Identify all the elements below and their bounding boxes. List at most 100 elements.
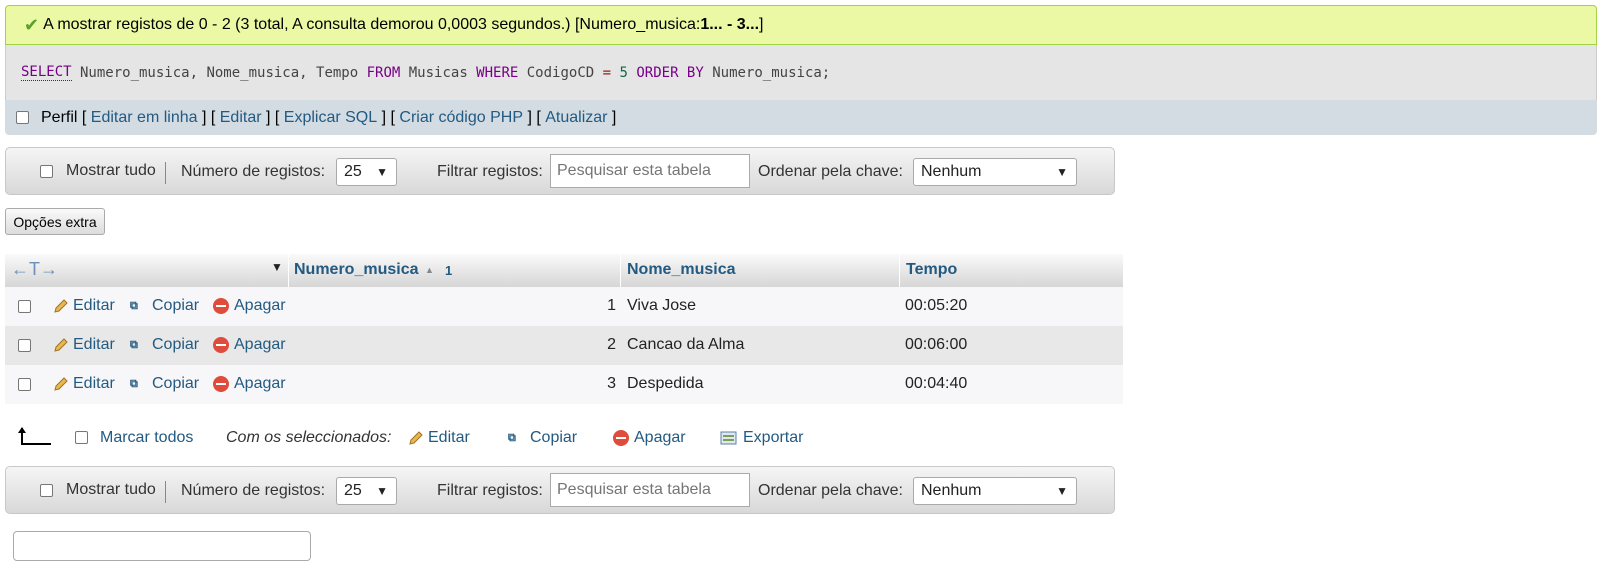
row-checkbox[interactable] <box>18 378 31 391</box>
sql-fields: Numero_musica, Nome_musica, Tempo <box>71 64 367 81</box>
bulk-actions: Marcar todos Com os seleccionados: Edita… <box>5 420 1123 456</box>
success-close: ] <box>759 16 764 33</box>
sort-select[interactable]: Nenhum ▼ <box>913 158 1077 186</box>
navigation-bar-bottom: Mostrar tudo Número de registos: 25 ▼ Fil… <box>5 466 1115 514</box>
row-edit-button[interactable]: Editar <box>53 297 115 315</box>
row-delete-button[interactable]: Apagar <box>213 336 286 354</box>
success-text: A mostrar registos de 0 - 2 (3 total, A … <box>43 16 701 33</box>
sql-from-keyword: FROM <box>366 64 401 81</box>
rows-label: Número de registos: <box>181 163 326 180</box>
check-all-checkbox[interactable] <box>75 431 88 444</box>
edit-link[interactable]: Editar <box>220 109 262 127</box>
bulk-copy-button[interactable]: ⧉ Copiar <box>508 429 577 447</box>
navigation-bar-top: Mostrar tudo Número de registos: 25 ▼ Fil… <box>5 147 1115 195</box>
divider <box>165 481 166 503</box>
sql-order-column: Numero_musica; <box>703 64 831 81</box>
checkmark-icon: ✔ <box>24 14 40 35</box>
bulk-edit-button[interactable]: Editar <box>408 429 470 447</box>
row-copy-button[interactable]: ⧉ Copiar <box>130 336 199 354</box>
cell-tempo[interactable]: 00:04:40 <box>905 375 967 393</box>
cell-numero[interactable]: 2 <box>607 336 616 354</box>
profile-label: Perfil <box>41 108 78 126</box>
row-delete-button[interactable]: Apagar <box>213 297 286 315</box>
check-all-link[interactable]: Marcar todos <box>100 429 193 447</box>
row-edit-button[interactable]: Editar <box>53 336 115 354</box>
delete-icon <box>613 430 629 446</box>
filter-label: Filtrar registos: <box>437 163 543 180</box>
show-all-label: Mostrar tudo <box>66 481 156 498</box>
show-all-checkbox[interactable] <box>40 484 53 497</box>
create-php-link[interactable]: Criar código PHP <box>399 109 523 127</box>
divider <box>165 162 166 184</box>
delete-icon <box>213 337 229 353</box>
bulk-export-button[interactable]: Exportar <box>720 429 803 447</box>
pencil-icon <box>53 337 69 353</box>
sql-value: 5 <box>611 64 637 81</box>
refresh-link[interactable]: Atualizar <box>545 109 607 127</box>
row-checkbox[interactable] <box>18 339 31 352</box>
filter-triangle-icon[interactable]: ▼ <box>271 260 283 274</box>
explain-sql-link[interactable]: Explicar SQL <box>284 109 377 127</box>
cell-nome[interactable]: Despedida <box>627 375 704 393</box>
column-arrows-icon[interactable]: ←T→ <box>11 259 58 280</box>
pencil-icon <box>53 298 69 314</box>
cell-numero[interactable]: 1 <box>607 297 616 315</box>
table-header: ←T→ ▼ Numero_musica ▲ 1 Nome_musica Temp… <box>5 254 1123 287</box>
row-delete-button[interactable]: Apagar <box>213 375 286 393</box>
filter-input[interactable]: Pesquisar esta tabela <box>550 154 750 188</box>
cell-tempo[interactable]: 00:06:00 <box>905 336 967 354</box>
sql-table: Musicas <box>400 64 477 81</box>
chevron-down-icon: ▼ <box>1056 484 1068 498</box>
sql-equals: = <box>602 64 612 81</box>
show-all-checkbox[interactable] <box>40 165 53 178</box>
row-checkbox[interactable] <box>18 300 31 313</box>
cell-nome[interactable]: Viva Jose <box>627 297 696 315</box>
sort-label: Ordenar pela chave: <box>758 482 903 499</box>
rows-label: Número de registos: <box>181 482 326 499</box>
query-results-operations-box <box>13 531 311 561</box>
sort-label: Ordenar pela chave: <box>758 163 903 180</box>
row-copy-button[interactable]: ⧉ Copiar <box>130 297 199 315</box>
delete-icon <box>213 298 229 314</box>
row-edit-button[interactable]: Editar <box>53 375 115 393</box>
cell-tempo[interactable]: 00:05:20 <box>905 297 967 315</box>
query-tools-bar: Perfil [ Editar em linha ] [ Editar ] [ … <box>5 100 1597 135</box>
sql-select-keyword[interactable]: SELECT <box>21 64 72 81</box>
sql-query: SELECT Numero_musica, Nome_musica, Tempo… <box>5 45 1597 100</box>
sort-index: 1 <box>445 263 453 278</box>
table-row: Editar ⧉ Copiar Apagar 1 Viva Jose 00:05:… <box>5 287 1123 326</box>
table-row: Editar ⧉ Copiar Apagar 2 Cancao da Alma 0… <box>5 326 1123 365</box>
cell-numero[interactable]: 3 <box>607 375 616 393</box>
sql-order-keyword: ORDER BY <box>636 64 704 81</box>
sql-where-keyword: WHERE <box>476 64 519 81</box>
copy-icon: ⧉ <box>508 432 516 444</box>
results-table: ←T→ ▼ Numero_musica ▲ 1 Nome_musica Temp… <box>5 254 1123 404</box>
pencil-icon <box>53 376 69 392</box>
sql-column: CodigoCD <box>518 64 603 81</box>
show-all-label: Mostrar tudo <box>66 162 156 179</box>
success-message: ✔ A mostrar registos de 0 - 2 (3 total, … <box>5 5 1597 45</box>
filter-label: Filtrar registos: <box>437 482 543 499</box>
bulk-delete-button[interactable]: Apagar <box>613 429 686 447</box>
copy-icon: ⧉ <box>130 378 138 390</box>
with-selected-label: Com os seleccionados: <box>226 429 392 446</box>
delete-icon <box>213 376 229 392</box>
cell-nome[interactable]: Cancao da Alma <box>627 336 744 354</box>
copy-icon: ⧉ <box>130 339 138 351</box>
copy-icon: ⧉ <box>130 300 138 312</box>
inline-edit-link[interactable]: Editar em linha <box>91 109 198 127</box>
column-header-tempo[interactable]: Tempo <box>906 261 957 279</box>
rows-select[interactable]: 25 ▼ <box>336 158 397 186</box>
profile-checkbox[interactable] <box>16 111 29 124</box>
rows-select[interactable]: 25 ▼ <box>336 477 397 505</box>
column-header-numero-musica[interactable]: Numero_musica <box>294 261 419 279</box>
row-copy-button[interactable]: ⧉ Copiar <box>130 375 199 393</box>
extra-options-button[interactable]: Opções extra <box>5 208 105 235</box>
filter-input[interactable]: Pesquisar esta tabela <box>550 473 750 507</box>
sort-ascending-icon: ▲ <box>425 265 434 275</box>
pencil-icon <box>408 430 424 446</box>
chevron-down-icon: ▼ <box>376 484 388 498</box>
success-range: 1... - 3... <box>700 16 760 33</box>
sort-select[interactable]: Nenhum ▼ <box>913 477 1077 505</box>
column-header-nome-musica[interactable]: Nome_musica <box>627 261 736 279</box>
